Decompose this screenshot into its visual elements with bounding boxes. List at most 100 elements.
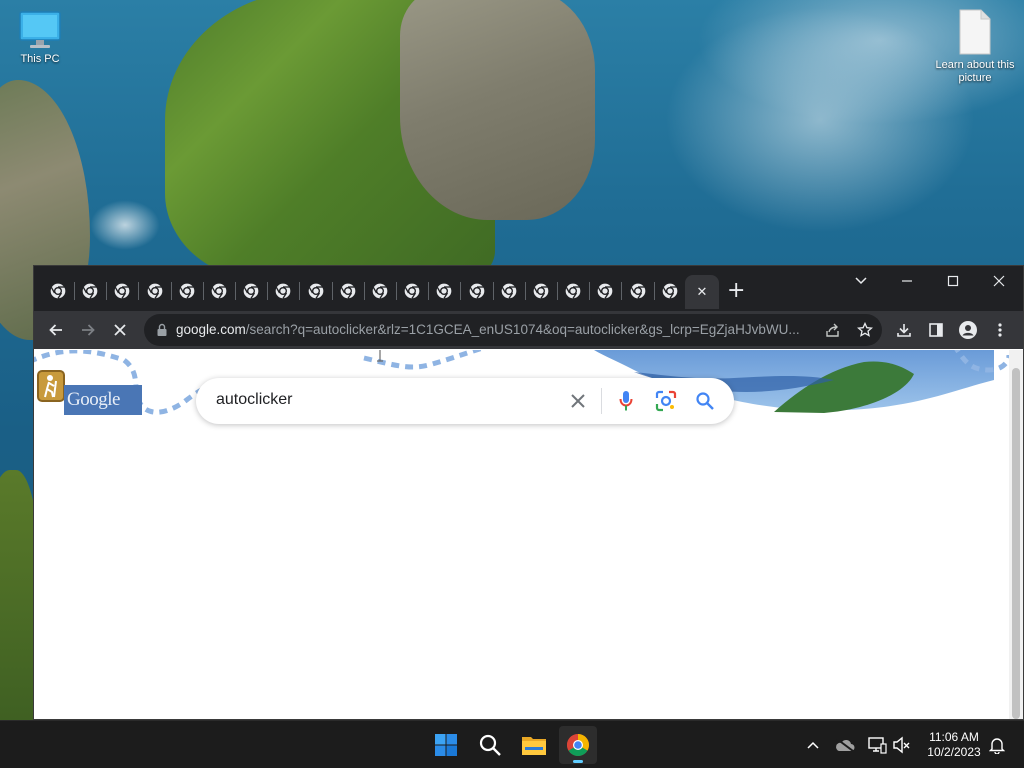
volume-button[interactable] xyxy=(891,734,913,756)
tab-separator xyxy=(428,282,430,300)
chrome-taskbar-button[interactable] xyxy=(559,726,597,764)
address-bar[interactable]: google.com/search?q=autoclicker&rlz=1C1G… xyxy=(144,314,882,346)
chrome-favicon-icon xyxy=(469,283,484,299)
close-tab-icon[interactable]: ✕ xyxy=(697,285,708,300)
taskbar: 11:06 AM 10/2/2023 xyxy=(0,720,1024,768)
wallpaper-foam xyxy=(90,200,160,250)
search-box[interactable]: autoclicker xyxy=(196,378,734,424)
chevron-up-icon xyxy=(807,741,819,749)
onedrive-button[interactable] xyxy=(834,734,856,756)
tab[interactable] xyxy=(559,277,587,305)
lens-search-button[interactable] xyxy=(654,389,678,413)
share-icon xyxy=(826,323,839,337)
chrome-favicon-icon xyxy=(50,283,66,299)
tab-active[interactable]: ✕ xyxy=(685,275,719,309)
tab[interactable] xyxy=(527,277,555,305)
tab-separator xyxy=(331,282,333,300)
tab[interactable] xyxy=(76,277,104,305)
tab-separator xyxy=(621,282,623,300)
forward-button[interactable] xyxy=(76,318,100,342)
tab[interactable] xyxy=(624,277,652,305)
minimize-button[interactable] xyxy=(884,266,930,296)
web-page: Google autoclicker xyxy=(34,350,1023,719)
tab-separator xyxy=(363,282,365,300)
tab[interactable] xyxy=(269,277,297,305)
tab[interactable] xyxy=(656,277,684,305)
menu-icon xyxy=(998,323,1002,337)
scrollbar-thumb[interactable] xyxy=(1012,368,1020,719)
taskbar-search-button[interactable] xyxy=(471,726,509,764)
tab[interactable] xyxy=(398,277,426,305)
clear-search-button[interactable] xyxy=(566,389,590,413)
back-button[interactable] xyxy=(44,318,68,342)
profile-button[interactable] xyxy=(956,318,980,342)
tab-separator xyxy=(170,282,172,300)
doodle-hiker-badge xyxy=(37,370,65,402)
close-window-button[interactable] xyxy=(976,266,1022,296)
tab[interactable] xyxy=(334,277,362,305)
side-panel-icon xyxy=(929,323,943,337)
clock[interactable]: 11:06 AM 10/2/2023 xyxy=(918,730,990,760)
tab[interactable] xyxy=(366,277,394,305)
search-input[interactable]: autoclicker xyxy=(216,391,292,409)
tab[interactable] xyxy=(141,277,169,305)
share-button[interactable] xyxy=(821,318,845,342)
camera-lens-icon xyxy=(655,390,677,412)
back-arrow-icon xyxy=(49,324,62,336)
chrome-window: ✕ + google.com/search?q=autoclicker&rlz=1… xyxy=(33,265,1024,720)
tab[interactable] xyxy=(430,277,458,305)
downloads-button[interactable] xyxy=(892,318,916,342)
desktop-icon-label: This PC xyxy=(20,53,60,65)
clock-date: 10/2/2023 xyxy=(927,745,981,759)
lock-icon xyxy=(157,323,167,336)
tab-search-button[interactable] xyxy=(838,266,884,296)
stop-loading-button[interactable] xyxy=(108,318,132,342)
new-tab-button[interactable]: + xyxy=(722,277,750,305)
url-host: google.com xyxy=(176,322,246,337)
chrome-favicon-icon xyxy=(147,283,162,299)
search-submit-button[interactable] xyxy=(693,389,717,413)
network-button[interactable] xyxy=(866,734,888,756)
chrome-favicon-icon xyxy=(308,283,323,299)
notification-bell-icon xyxy=(989,738,1005,754)
google-doodle-logo[interactable]: Google xyxy=(64,385,142,415)
side-panel-button[interactable] xyxy=(924,318,948,342)
chrome-favicon-icon xyxy=(598,283,613,299)
show-hidden-icons-button[interactable] xyxy=(802,734,824,756)
monitor-icon xyxy=(19,11,61,48)
tab[interactable] xyxy=(463,277,491,305)
maximize-icon xyxy=(947,275,959,287)
bookmark-button[interactable] xyxy=(853,318,877,342)
file-explorer-icon xyxy=(522,737,546,755)
tab[interactable] xyxy=(495,277,523,305)
chrome-favicon-icon xyxy=(533,283,549,299)
maximize-button[interactable] xyxy=(930,266,976,296)
page-scrollbar[interactable] xyxy=(1009,350,1023,719)
text-cursor-icon xyxy=(377,350,383,362)
tab-separator xyxy=(106,282,108,300)
file-explorer-button[interactable] xyxy=(515,726,553,764)
menu-button[interactable] xyxy=(988,318,1012,342)
tab[interactable] xyxy=(108,277,136,305)
tab[interactable] xyxy=(237,277,265,305)
tab[interactable] xyxy=(591,277,619,305)
search-icon xyxy=(696,392,714,410)
tab[interactable] xyxy=(173,277,201,305)
tab[interactable] xyxy=(44,277,72,305)
start-button[interactable] xyxy=(427,726,465,764)
tab-separator xyxy=(653,282,655,300)
tab[interactable] xyxy=(205,277,233,305)
desktop-icon-learn-about-picture[interactable]: Learn about this picture xyxy=(935,8,1015,85)
stop-icon xyxy=(114,324,126,336)
tab[interactable] xyxy=(302,277,330,305)
chevron-down-icon xyxy=(855,277,867,285)
tab-separator xyxy=(492,282,494,300)
chrome-favicon-icon xyxy=(340,283,356,299)
chrome-favicon-icon xyxy=(662,283,678,299)
desktop-icon-this-pc[interactable]: This PC xyxy=(0,10,80,66)
voice-search-button[interactable] xyxy=(614,389,638,413)
volume-muted-icon xyxy=(893,736,910,754)
notifications-button[interactable] xyxy=(986,734,1008,756)
close-icon xyxy=(571,394,585,408)
chrome-icon xyxy=(567,734,589,756)
